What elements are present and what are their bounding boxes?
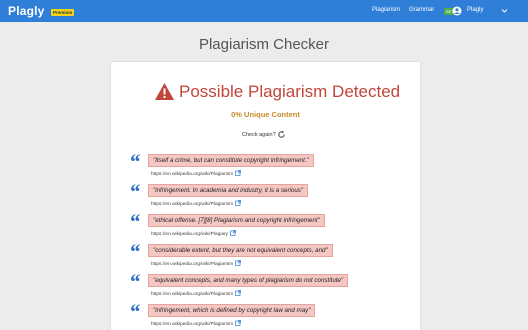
- match-url[interactable]: https://en.wikipedia.org/wiki/Plagiarism: [151, 172, 233, 177]
- match-url[interactable]: https://en.wikipedia.org/wiki/Plagiarism: [151, 292, 233, 297]
- external-link-icon[interactable]: [230, 230, 236, 236]
- quote-icon: “: [129, 239, 140, 264]
- match-url[interactable]: https://en.wikipedia.org/wiki/Plagiarism: [151, 262, 233, 267]
- match-url[interactable]: https://en.wikipedia.org/wiki/Plagiarism: [151, 202, 233, 207]
- match-item: “ "ethical offense. [7][8] Plagiarism an…: [129, 209, 419, 244]
- quote-icon: “: [129, 299, 140, 324]
- quote-icon: “: [129, 209, 140, 234]
- refresh-icon[interactable]: [277, 130, 286, 139]
- match-source-link[interactable]: https://en.wikipedia.org/wiki/Plagiary: [151, 230, 236, 237]
- match-source-link[interactable]: https://en.wikipedia.org/wiki/Plagiarism: [151, 320, 241, 327]
- unique-content-score: 0% Unique Content: [231, 110, 300, 119]
- quote-icon: “: [129, 149, 140, 174]
- external-link-icon[interactable]: [235, 320, 241, 326]
- match-text: "ethical offense. [7][8] Plagiarism and …: [148, 214, 325, 227]
- external-link-icon[interactable]: [235, 170, 241, 176]
- quote-icon: “: [129, 179, 140, 204]
- brand-logo[interactable]: Plagly: [8, 4, 45, 18]
- external-link-icon[interactable]: [235, 290, 241, 296]
- match-url[interactable]: https://en.wikipedia.org/wiki/Plagiarism: [151, 322, 233, 327]
- match-item: “ "equivalent concepts, and many types o…: [129, 269, 419, 304]
- match-text: "Itself a crime, but can constitute copy…: [148, 154, 314, 167]
- page-title: Plagiarism Checker: [198, 36, 330, 53]
- external-link-icon[interactable]: [235, 260, 241, 266]
- quote-icon: “: [129, 269, 140, 294]
- nav-link-plagiarism[interactable]: Plagiarism: [372, 7, 400, 13]
- warning-icon: [155, 83, 174, 100]
- match-item: “ "infringement, which is defined by cop…: [129, 299, 419, 330]
- match-source-link[interactable]: https://en.wikipedia.org/wiki/Plagiarism: [151, 260, 241, 267]
- nav-user-menu[interactable]: Plagly: [467, 7, 483, 13]
- match-source-link[interactable]: https://en.wikipedia.org/wiki/Plagiarism: [151, 170, 241, 177]
- match-url[interactable]: https://en.wikipedia.org/wiki/Plagiary: [151, 232, 228, 237]
- premium-badge: Premium: [51, 9, 75, 16]
- external-link-icon[interactable]: [235, 200, 241, 206]
- match-text: "infringement, which is defined by copyr…: [148, 304, 316, 317]
- check-again-link[interactable]: Check again?: [242, 132, 276, 138]
- match-text: "considerable extent, but they are not e…: [148, 244, 333, 257]
- user-avatar-icon[interactable]: [452, 6, 462, 16]
- chevron-down-icon[interactable]: [501, 7, 508, 14]
- match-item: “ "considerable extent, but they are not…: [129, 239, 419, 274]
- result-card: Possible Plagiarism Detected 0% Unique C…: [111, 62, 420, 330]
- match-source-link[interactable]: https://en.wikipedia.org/wiki/Plagiarism: [151, 290, 241, 297]
- match-item: “ "Itself a crime, but can constitute co…: [129, 149, 419, 184]
- match-text: "equivalent concepts, and many types of …: [148, 274, 349, 287]
- top-navbar: Plagly Premium Plagiarism Grammar BETA P…: [0, 0, 528, 22]
- match-text: "infringement. In academia and industry,…: [148, 184, 309, 197]
- plagiarism-alert-title: Possible Plagiarism Detected: [179, 82, 401, 101]
- match-item: “ "infringement. In academia and industr…: [129, 179, 419, 214]
- match-source-link[interactable]: https://en.wikipedia.org/wiki/Plagiarism: [151, 200, 241, 207]
- nav-link-grammar[interactable]: Grammar: [409, 7, 434, 13]
